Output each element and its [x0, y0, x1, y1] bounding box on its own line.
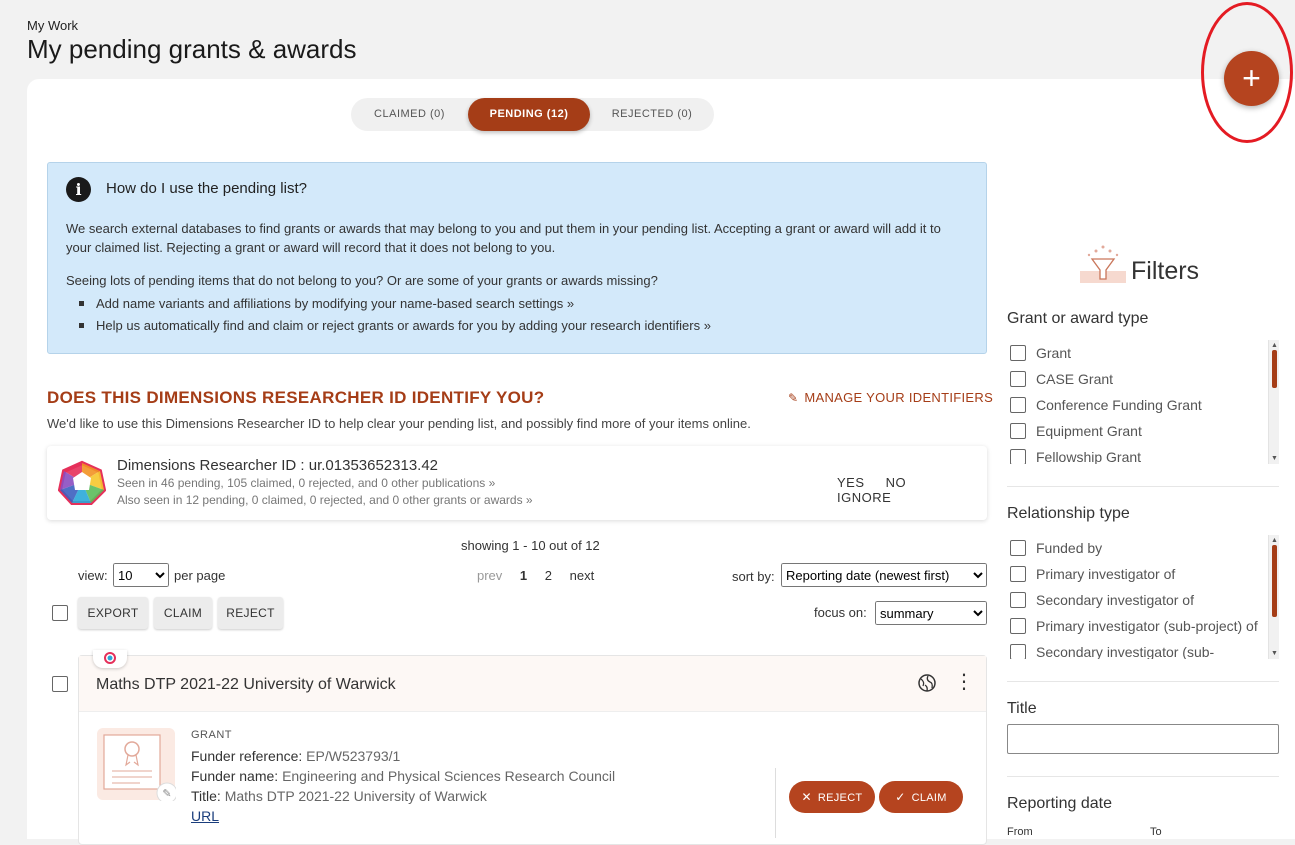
dimensions-logo-icon	[104, 652, 116, 664]
divider	[775, 768, 776, 838]
relationship-filter-title: Relationship type	[1007, 505, 1130, 522]
add-button[interactable]: +	[1224, 51, 1279, 106]
grant-item: Maths DTP 2021-22 University of Warwick …	[78, 650, 987, 845]
focus-label: focus on:	[814, 605, 867, 620]
seen-grants-link[interactable]: Also seen in 12 pending, 0 claimed, 0 re…	[117, 493, 533, 507]
page-1-link[interactable]: 1	[520, 568, 527, 583]
researcher-id-card: Dimensions Researcher ID : ur.0135365231…	[47, 446, 987, 520]
name-search-settings-link[interactable]: name-based search settings	[400, 296, 563, 311]
claim-selected-button[interactable]: CLAIM	[154, 597, 212, 629]
check-icon: ✓	[895, 790, 906, 804]
page-2-link[interactable]: 2	[545, 568, 552, 583]
grant-type-filter-list: Grant CASE Grant Conference Funding Gran…	[1007, 340, 1279, 464]
export-button[interactable]: EXPORT	[78, 597, 148, 629]
tab-rejected[interactable]: REJECTED (0)	[590, 98, 714, 131]
svg-text:✎: ✎	[162, 787, 171, 800]
tab-claimed[interactable]: CLAIMED (0)	[351, 98, 468, 131]
item-header: Maths DTP 2021-22 University of Warwick …	[79, 650, 986, 712]
per-page-label: per page	[174, 568, 226, 583]
reporting-date-filter-title: Reporting date	[1007, 795, 1112, 812]
title-filter-label: Title	[1007, 700, 1037, 717]
prev-page-link[interactable]: prev	[477, 568, 502, 583]
filter-checkbox[interactable]	[1010, 644, 1026, 659]
identity-question-title: DOES THIS DIMENSIONS RESEARCHER ID IDENT…	[47, 388, 545, 407]
info-icon: i	[66, 177, 91, 202]
sort-label: sort by:	[732, 569, 775, 584]
filter-checkbox[interactable]	[1010, 345, 1026, 361]
info-box: i How do I use the pending list? We sear…	[47, 162, 987, 354]
source-badge	[93, 650, 127, 668]
manage-identifiers-link[interactable]: ✎ MANAGE YOUR IDENTIFIERS	[788, 390, 993, 405]
close-icon: ✕	[801, 790, 812, 804]
identity-actions: YES NO IGNORE	[837, 475, 987, 505]
grant-title: Title: Maths DTP 2021-22 University of W…	[191, 788, 487, 804]
funder-name: Funder name: Engineering and Physical Sc…	[191, 768, 616, 784]
tab-pending[interactable]: PENDING (12)	[468, 98, 590, 131]
seen-publications-link[interactable]: Seen in 46 pending, 105 claimed, 0 rejec…	[117, 476, 495, 490]
filter-checkbox[interactable]	[1010, 397, 1026, 413]
item-checkbox[interactable]	[52, 676, 68, 692]
focus-select[interactable]: summary	[875, 601, 987, 625]
ignore-button[interactable]: IGNORE	[837, 490, 891, 505]
page-title: My pending grants & awards	[27, 34, 357, 64]
info-title: How do I use the pending list?	[106, 180, 307, 197]
select-all-checkbox[interactable]	[52, 605, 68, 621]
more-options-icon[interactable]: ⋮	[954, 670, 974, 694]
pagination: prev 1 2 next	[477, 568, 608, 583]
item-title[interactable]: Maths DTP 2021-22 University of Warwick	[96, 676, 396, 694]
scroll-up-icon: ▲	[1271, 342, 1278, 349]
yes-button[interactable]: YES	[837, 475, 865, 490]
info-paragraph: Seeing lots of pending items that do not…	[66, 273, 658, 288]
filter-checkbox[interactable]	[1010, 540, 1026, 556]
reject-selected-button[interactable]: REJECT	[218, 597, 283, 629]
filter-checkbox[interactable]	[1010, 449, 1026, 464]
claim-button[interactable]: ✓ CLAIM	[879, 781, 963, 813]
globe-icon[interactable]	[917, 673, 937, 693]
scroll-down-icon: ▼	[1271, 650, 1278, 657]
researcher-id: Dimensions Researcher ID : ur.0135365231…	[117, 457, 439, 474]
filter-checkbox[interactable]	[1010, 371, 1026, 387]
scroll-up-icon: ▲	[1271, 537, 1278, 544]
result-count: showing 1 - 10 out of 12	[461, 538, 600, 553]
from-label: From	[1007, 826, 1033, 838]
list-item: Add name variants and affiliations by mo…	[79, 293, 711, 315]
identity-subtitle: We'd like to use this Dimensions Researc…	[47, 416, 751, 431]
funder-reference: Funder reference: EP/W523793/1	[191, 748, 401, 764]
view-label: view:	[78, 568, 108, 583]
divider	[1007, 776, 1279, 777]
no-button[interactable]: NO	[886, 475, 907, 490]
title-filter-input[interactable]	[1007, 724, 1279, 754]
scroll-down-icon: ▼	[1271, 455, 1278, 462]
scroll-thumb[interactable]	[1272, 350, 1277, 388]
scrollbar[interactable]: ▲ ▼	[1268, 535, 1279, 659]
grant-type-filter-title: Grant or award type	[1007, 310, 1149, 327]
url-link[interactable]: URL	[191, 808, 219, 824]
dimensions-logo-icon	[58, 460, 106, 505]
item-type: GRANT	[191, 729, 232, 741]
to-label: To	[1150, 826, 1162, 838]
filters-title: Filters	[1131, 257, 1200, 285]
scroll-thumb[interactable]	[1272, 545, 1277, 617]
list-item: Help us automatically find and claim or …	[79, 315, 711, 337]
certificate-icon: ✎	[97, 728, 176, 801]
divider	[1007, 486, 1279, 487]
filter-checkbox[interactable]	[1010, 618, 1026, 634]
filter-checkbox[interactable]	[1010, 592, 1026, 608]
filter-checkbox[interactable]	[1010, 566, 1026, 582]
status-tabs: CLAIMED (0) PENDING (12) REJECTED (0)	[351, 98, 714, 131]
relationship-filter-list: Funded by Primary investigator of Second…	[1007, 535, 1279, 659]
plus-icon: +	[1242, 60, 1261, 96]
breadcrumb: My Work	[27, 18, 79, 33]
reject-button[interactable]: ✕ REJECT	[789, 781, 875, 813]
per-page-select[interactable]: 10	[113, 563, 169, 587]
research-identifiers-link[interactable]: research identifiers	[590, 318, 700, 333]
info-paragraph: We search external databases to find gra…	[66, 221, 941, 255]
info-list: Add name variants and affiliations by mo…	[79, 293, 711, 337]
divider	[1007, 681, 1279, 682]
scrollbar[interactable]: ▲ ▼	[1268, 340, 1279, 464]
filter-checkbox[interactable]	[1010, 423, 1026, 439]
pencil-icon: ✎	[788, 391, 799, 405]
next-page-link[interactable]: next	[570, 568, 595, 583]
sort-select[interactable]: Reporting date (newest first)	[781, 563, 987, 587]
